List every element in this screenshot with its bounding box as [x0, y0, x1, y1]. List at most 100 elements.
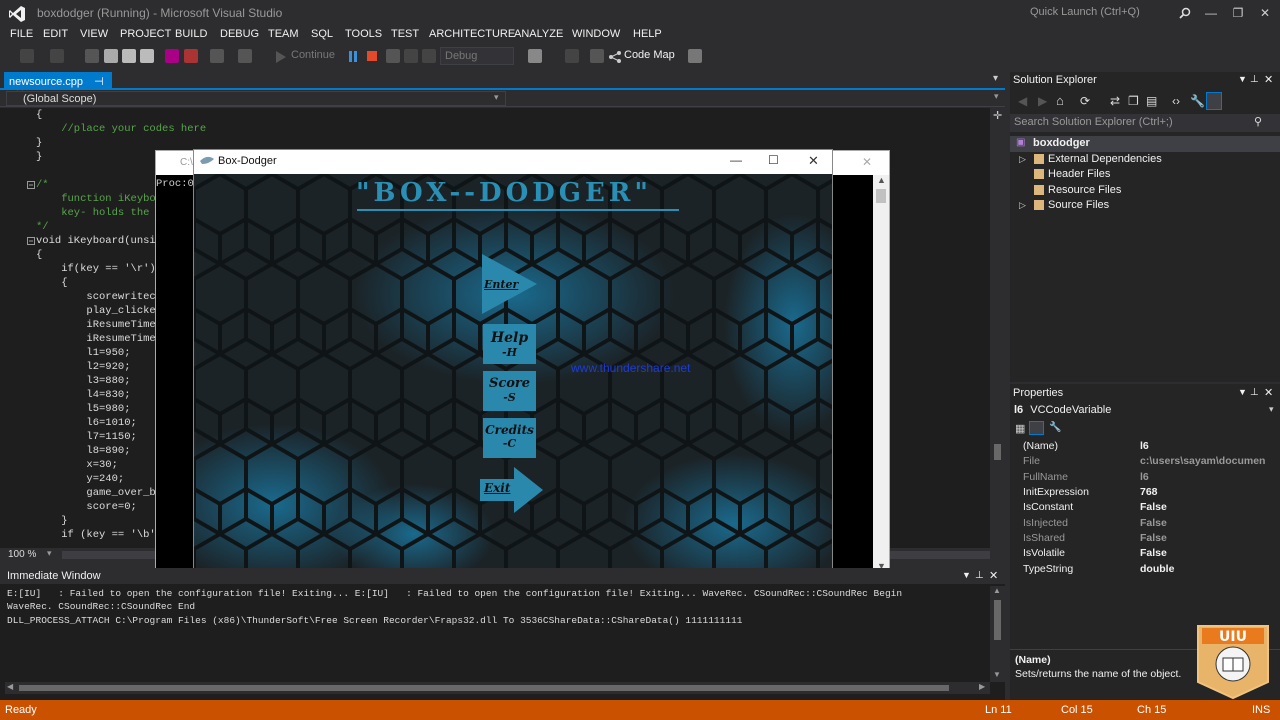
close-button[interactable]: ✕ [1251, 2, 1279, 24]
prop-value[interactable]: c:\users\sayam\documents\v [1140, 454, 1265, 469]
categorized-icon[interactable]: ▦ [1015, 422, 1025, 435]
redo-arrow-icon[interactable] [238, 49, 252, 63]
scroll-up-icon[interactable]: ▲ [877, 175, 886, 185]
menu-analyze[interactable]: ANALYZE [514, 27, 563, 47]
menu-help[interactable]: HELP [633, 27, 662, 47]
scroll-left-icon[interactable]: ◀ [7, 682, 13, 691]
redo-icon[interactable] [184, 49, 198, 63]
continue-button[interactable]: Continue [291, 49, 335, 61]
menu-edit[interactable]: EDIT [43, 27, 68, 47]
menu-file[interactable]: FILE [10, 27, 33, 47]
editor-scrollbar[interactable] [990, 108, 1005, 548]
show-all-files-icon[interactable]: ▤ [1146, 94, 1157, 108]
menu-test[interactable]: TEST [391, 27, 419, 47]
scroll-up-icon[interactable]: ▲ [993, 586, 1001, 595]
scroll-thumb[interactable] [876, 189, 886, 203]
prop-value[interactable]: False [1140, 500, 1265, 515]
immediate-hscrollbar[interactable]: ◀ ▶ [5, 682, 990, 694]
search-icon[interactable]: ⚲ [1254, 115, 1262, 128]
code-map-icon[interactable] [608, 50, 622, 64]
back-icon[interactable] [20, 49, 34, 63]
refresh-icon[interactable]: ⇄ [1110, 94, 1120, 108]
console-scrollbar[interactable]: ▲ ▼ [873, 175, 889, 575]
menu-build[interactable]: BUILD [175, 27, 207, 47]
tools-overflow-icon[interactable] [688, 49, 702, 63]
help-button[interactable]: Help -H [483, 324, 536, 364]
undo-arrow-icon[interactable] [210, 49, 224, 63]
stop-icon[interactable] [367, 51, 377, 61]
dropdown-icon[interactable]: ▼ [1238, 387, 1247, 397]
menu-project[interactable]: PROJECT [120, 27, 171, 47]
sync-icon[interactable]: ⟳ [1080, 94, 1090, 108]
properties-icon[interactable]: 🔧 [1190, 94, 1205, 108]
score-button[interactable]: Score -S [483, 371, 536, 411]
minimize-button[interactable]: — [1197, 2, 1225, 24]
prop-value[interactable]: double [1140, 562, 1265, 577]
tree-item-project[interactable]: ▣ boxdodger [1010, 136, 1280, 152]
view-code-icon[interactable]: ‹› [1172, 94, 1180, 108]
solution-configuration-select[interactable]: Debug [440, 47, 514, 65]
property-pages-icon[interactable]: 🔧 [1049, 422, 1061, 433]
alphabetical-icon[interactable] [1029, 421, 1044, 435]
menu-tools[interactable]: TOOLS [345, 27, 382, 47]
tree-item-header-files[interactable]: Header Files [1048, 167, 1110, 182]
dropdown-icon[interactable]: ▼ [962, 570, 971, 580]
search-icon[interactable] [1179, 7, 1191, 19]
menu-team[interactable]: TEAM [268, 27, 299, 47]
close-icon[interactable]: ✕ [989, 569, 998, 582]
pin-icon[interactable]: ⊥ [1250, 387, 1259, 398]
step-over-icon[interactable] [422, 49, 436, 63]
tab-newsource-cpp[interactable]: newsource.cpp ⊣ ✕ [4, 72, 112, 101]
quick-launch-input[interactable]: Quick Launch (Ctrl+Q) [1024, 3, 1194, 23]
new-project-icon[interactable] [85, 49, 99, 63]
scroll-down-icon[interactable]: ▼ [993, 670, 1001, 679]
prop-value[interactable]: l6 [1140, 439, 1265, 454]
dropdown-icon[interactable]: ▼ [1238, 74, 1247, 84]
comment-icon[interactable] [565, 49, 579, 63]
chevron-down-icon[interactable]: ▾ [47, 548, 52, 559]
pin-icon[interactable]: ⊥ [1250, 74, 1259, 85]
close-icon[interactable]: ✕ [1264, 386, 1273, 399]
immediate-output[interactable]: E:[IU] : Failed to open the configuratio… [7, 587, 987, 627]
zoom-level[interactable]: 100 % [8, 549, 36, 560]
prop-value[interactable]: False [1140, 516, 1265, 531]
split-icon[interactable]: ✛ [993, 109, 1002, 122]
preview-icon[interactable] [1206, 92, 1222, 110]
prop-value[interactable]: False [1140, 546, 1265, 561]
save-all-icon[interactable] [140, 49, 154, 63]
immediate-scrollbar[interactable]: ▲ ▼ [990, 586, 1005, 682]
tree-item-source-files[interactable]: Source Files [1048, 198, 1109, 213]
game-close-button[interactable]: ✕ [808, 153, 819, 169]
menu-window[interactable]: WINDOW [572, 27, 620, 47]
game-maximize-button[interactable]: ☐ [768, 153, 779, 167]
scope-select[interactable]: (Global Scope) [6, 91, 506, 106]
code-map-button[interactable]: Code Map [624, 49, 675, 61]
credits-button[interactable]: Credits -C [483, 418, 536, 458]
chevron-down-icon[interactable]: ▾ [494, 92, 499, 103]
close-icon[interactable]: ✕ [1264, 73, 1273, 86]
menu-architecture[interactable]: ARCHITECTURE [429, 27, 515, 47]
back-icon[interactable]: ◀ [1018, 94, 1027, 108]
find-icon[interactable] [528, 49, 542, 63]
collapse-icon[interactable] [27, 181, 35, 189]
prop-value[interactable]: 768 [1140, 485, 1265, 500]
chevron-down-icon[interactable]: ▾ [994, 91, 999, 102]
collapse-all-icon[interactable]: ❐ [1128, 94, 1139, 108]
continue-icon[interactable] [276, 51, 286, 63]
prop-value[interactable]: l6 [1140, 470, 1265, 485]
scroll-right-icon[interactable]: ▶ [979, 682, 985, 691]
scroll-thumb[interactable] [994, 444, 1001, 460]
tree-item-external-dependencies[interactable]: External Dependencies [1048, 152, 1162, 167]
home-icon[interactable]: ⌂ [1056, 93, 1064, 108]
scroll-thumb[interactable] [994, 600, 1001, 640]
navigate-icon[interactable] [590, 49, 604, 63]
expand-icon[interactable]: ▷ [1019, 200, 1026, 211]
menu-debug[interactable]: DEBUG [220, 27, 259, 47]
pin-icon[interactable]: ⊥ [975, 570, 984, 581]
console-close-button[interactable]: ✕ [862, 155, 872, 169]
restart-icon[interactable] [386, 49, 400, 63]
menu-view[interactable]: VIEW [80, 27, 108, 47]
menu-sql[interactable]: SQL [311, 27, 333, 47]
collapse-icon[interactable] [27, 237, 35, 245]
open-file-icon[interactable] [104, 49, 118, 63]
